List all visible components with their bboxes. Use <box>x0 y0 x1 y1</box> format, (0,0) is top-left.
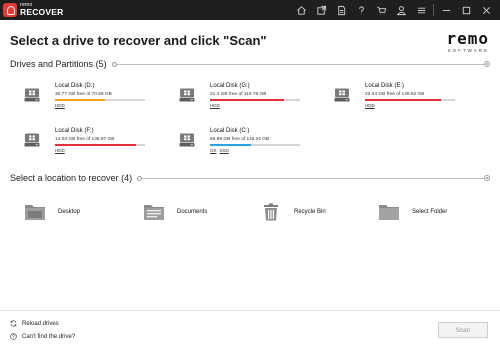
logo-icon <box>3 3 17 17</box>
drive-type-label: HDD <box>365 103 375 108</box>
drive-item[interactable]: Local Disk (C:) 65.89 GB free of 119.24 … <box>179 127 319 157</box>
cant-find-drive-label: Can't find the drive? <box>22 333 76 340</box>
cant-find-drive-link[interactable]: Can't find the drive? <box>10 333 75 340</box>
drive-free-space: 22.34 GB free of 139.52 GB <box>365 92 425 97</box>
drive-usage-bar <box>210 144 300 146</box>
drive-name: Local Disk (D:) <box>55 83 95 89</box>
drive-type-label: HDD <box>210 103 220 108</box>
location-item[interactable]: Documents <box>143 202 207 222</box>
brand-logo: remo SOFTWARE <box>446 29 489 54</box>
location-label: Documents <box>177 209 208 215</box>
drive-usage-fill <box>55 99 106 101</box>
location-item[interactable]: Desktop <box>24 202 80 222</box>
location-item[interactable]: Recycle Bin <box>260 202 326 222</box>
title-bar: remo RECOVER <box>0 0 500 20</box>
brand-name: remo <box>446 29 489 48</box>
drive-usage-fill <box>210 99 284 101</box>
location-label: Select Folder <box>412 209 448 215</box>
drive-item[interactable]: Local Disk (F:) 14.03 GB free of 135.87 … <box>24 127 164 157</box>
footer-divider <box>0 310 500 311</box>
drive-icon <box>179 88 195 102</box>
drive-usage-fill <box>365 99 441 101</box>
recycle-bin-icon <box>264 203 278 221</box>
logo-big-text: RECOVER <box>20 7 64 18</box>
drive-free-space: 65.89 GB free of 119.24 GB <box>210 137 270 142</box>
desktop-folder-icon <box>25 205 45 220</box>
drive-free-space: 21.4 GB free of 119.78 GB <box>210 92 267 97</box>
drive-item[interactable]: Local Disk (E:) 22.34 GB free of 139.52 … <box>334 82 474 112</box>
collapse-locations-icon[interactable] <box>484 175 490 181</box>
minimize-icon[interactable] <box>436 0 456 20</box>
help-icon[interactable] <box>351 0 371 20</box>
drive-type: HDD <box>210 103 300 108</box>
cart-icon[interactable] <box>371 0 391 20</box>
collapse-drives-icon[interactable] <box>484 61 490 67</box>
drive-usage-bar <box>365 99 455 101</box>
drive-type: HDD <box>55 148 145 153</box>
drive-usage-bar <box>55 99 145 101</box>
locations-section-header: Select a location to recover (4) <box>10 172 490 184</box>
menu-icon[interactable] <box>411 0 431 20</box>
export-icon[interactable] <box>311 0 331 20</box>
location-label: Recycle Bin <box>294 209 326 215</box>
locations-section-title: Select a location to recover (4) <box>10 173 133 183</box>
question-icon <box>10 333 17 340</box>
scan-button[interactable]: Scan <box>438 322 488 338</box>
drive-free-space: 14.03 GB free of 135.87 GB <box>55 137 115 142</box>
app-logo: remo RECOVER <box>3 3 63 17</box>
home-icon[interactable] <box>291 0 311 20</box>
reload-drives-link[interactable]: Reload drives <box>10 320 59 327</box>
drive-item[interactable]: Local Disk (G:) 21.4 GB free of 119.78 G… <box>179 82 319 112</box>
drive-free-space: 30.77 GB free of 70.59 GB <box>55 92 112 97</box>
toolbar-separator <box>433 4 434 16</box>
drive-icon <box>24 133 40 147</box>
drive-type: HDD <box>365 103 455 108</box>
drives-section-header: Drives and Partitions (5) <box>10 58 490 70</box>
folder-icon <box>379 205 399 220</box>
drive-type: OS SSD <box>210 148 300 153</box>
drive-icon <box>24 88 40 102</box>
close-icon[interactable] <box>476 0 496 20</box>
drives-section-title: Drives and Partitions (5) <box>10 59 107 69</box>
documents-folder-icon <box>144 205 164 220</box>
drive-type-label: HDD <box>55 103 65 108</box>
reload-icon <box>10 320 17 327</box>
location-item[interactable]: Select Folder <box>378 202 447 222</box>
drive-usage-bar <box>55 144 145 146</box>
user-icon[interactable] <box>391 0 411 20</box>
page-title: Select a drive to recover and click "Sca… <box>10 33 267 48</box>
location-label: Desktop <box>58 209 81 215</box>
drive-type-label: HDD <box>55 148 65 153</box>
drive-usage-bar <box>210 99 300 101</box>
drive-name: Local Disk (F:) <box>55 128 94 134</box>
drive-name: Local Disk (E:) <box>365 83 405 89</box>
maximize-icon[interactable] <box>456 0 476 20</box>
document-icon[interactable] <box>331 0 351 20</box>
drive-type-label: OS <box>210 148 217 153</box>
drive-icon <box>334 88 350 102</box>
drive-type: HDD <box>55 103 145 108</box>
drive-name: Local Disk (G:) <box>210 83 250 89</box>
drive-item[interactable]: Local Disk (D:) 30.77 GB free of 70.59 G… <box>24 82 164 112</box>
drive-usage-fill <box>55 144 136 146</box>
drive-usage-fill <box>210 144 251 146</box>
drive-icon <box>179 133 195 147</box>
reload-drives-label: Reload drives <box>22 320 59 327</box>
drive-type-label: SSD <box>219 148 229 153</box>
drive-name: Local Disk (C:) <box>210 128 250 134</box>
brand-subtitle: SOFTWARE <box>447 48 489 53</box>
